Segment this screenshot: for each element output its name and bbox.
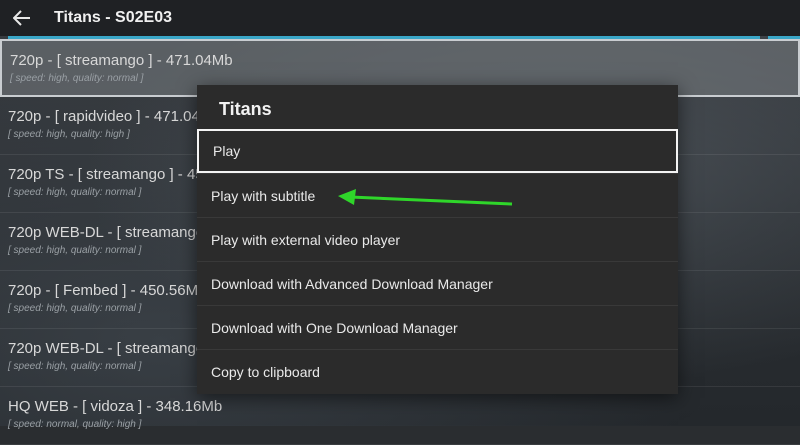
stream-title: 720p - [ streamango ] - 471.04Mb: [10, 52, 233, 69]
copy-to-clipboard-option[interactable]: Copy to clipboard: [197, 349, 678, 393]
list-item[interactable]: HQ WEB - [ vidoza ] - 348.16Mb [ speed: …: [0, 387, 800, 445]
stream-meta: [ speed: high, quality: high ]: [8, 129, 130, 140]
dialog-title: Titans: [219, 99, 272, 119]
stream-meta: [ speed: high, quality: normal ]: [8, 303, 142, 314]
stream-meta: [ speed: high, quality: normal ]: [8, 245, 142, 256]
app-toolbar: Titans - S02E03: [0, 0, 800, 36]
play-external-player-option[interactable]: Play with external video player: [197, 217, 678, 261]
stream-title: 720p - [ Fembed ] - 450.56Mb: [8, 282, 207, 299]
options-dialog: Titans Play Play with subtitle Play with…: [197, 85, 678, 394]
stream-title: 720p - [ rapidvideo ] - 471.04Mb: [8, 108, 221, 125]
stream-title: HQ WEB - [ vidoza ] - 348.16Mb: [8, 398, 223, 415]
stream-meta: [ speed: high, quality: normal ]: [8, 361, 142, 372]
download-one-dm-option[interactable]: Download with One Download Manager: [197, 305, 678, 349]
stream-meta: [ speed: normal, quality: high ]: [8, 419, 142, 430]
play-with-subtitle-option[interactable]: Play with subtitle: [197, 173, 678, 217]
arrow-left-icon[interactable]: [12, 8, 32, 28]
stream-meta: [ speed: high, quality: normal ]: [10, 73, 144, 84]
stream-meta: [ speed: high, quality: normal ]: [8, 187, 142, 198]
stream-title: 720p WEB-DL - [ streamango ]: [8, 224, 213, 241]
download-adm-option[interactable]: Download with Advanced Download Manager: [197, 261, 678, 305]
stream-title: 720p WEB-DL - [ streamango ]: [8, 340, 213, 357]
stream-title: 720p TS - [ streamango ] - 450: [8, 166, 213, 183]
play-option[interactable]: Play: [197, 129, 678, 173]
page-title: Titans - S02E03: [54, 9, 172, 26]
